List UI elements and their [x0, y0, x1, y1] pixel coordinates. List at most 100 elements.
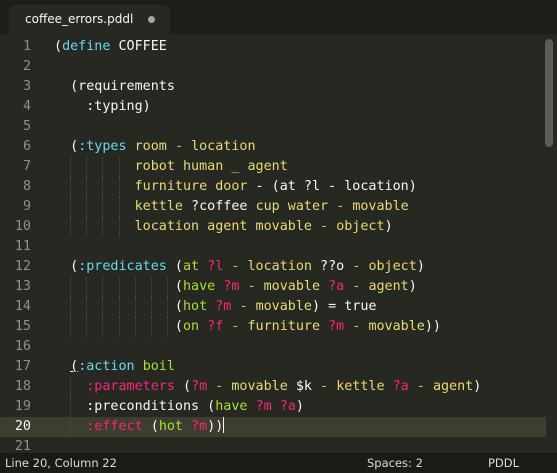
- code-token: )): [424, 319, 441, 334]
- code-token: (: [142, 419, 159, 434]
- cursor-position: Line 20, Column 22: [5, 456, 117, 470]
- code-token: (: [54, 139, 79, 154]
- scrollbar-thumb[interactable]: [545, 39, 553, 147]
- code-token: ?a: [392, 379, 409, 394]
- line-number: 13: [14, 279, 31, 294]
- code-token: location: [191, 139, 256, 154]
- code-line[interactable]: location agent movable - object): [46, 217, 546, 237]
- code-token: - (at ?l - location): [247, 179, 417, 194]
- code-line[interactable]: robot human _ agent: [46, 157, 546, 177]
- syntax-mode[interactable]: PDDL: [488, 456, 519, 470]
- code-token: ??o: [312, 259, 353, 274]
- code-line[interactable]: :effect (hot ?m)): [46, 417, 546, 437]
- line-number: 10: [14, 219, 31, 234]
- code-line[interactable]: (requirements: [46, 77, 546, 97]
- indentation-setting[interactable]: Spaces: 2: [367, 456, 423, 470]
- code-token: ?m: [191, 379, 208, 394]
- indent-guide: [70, 317, 72, 337]
- indent-guide: [70, 277, 72, 297]
- text-cursor: [223, 417, 225, 433]
- indent-guide: [102, 157, 104, 177]
- indent-guide: [166, 317, 168, 337]
- code-token: boil: [142, 359, 175, 374]
- indent-guide: [86, 297, 88, 317]
- tab-coffee-errors[interactable]: coffee_errors.pddl: [9, 5, 170, 34]
- line-number: 18: [14, 379, 31, 394]
- code-token: furniture door: [134, 179, 248, 194]
- code-line[interactable]: (hot ?m - movable) = true: [46, 297, 546, 317]
- indent-guide: [102, 197, 104, 217]
- code-token: kettle: [336, 379, 385, 394]
- code-line[interactable]: :typing): [46, 97, 546, 117]
- code-line[interactable]: :preconditions (have ?m ?a): [46, 397, 546, 417]
- code-line[interactable]: :parameters (?m - movable $k - kettle ?a…: [46, 377, 546, 397]
- code-token: object: [336, 219, 385, 234]
- code-line[interactable]: (on ?f - furniture ?m - movable)): [46, 317, 546, 337]
- indent-guide: [134, 277, 136, 297]
- code-token: agent: [368, 279, 409, 294]
- code-token: ?a: [328, 279, 345, 294]
- code-line[interactable]: [46, 117, 546, 137]
- code-token: -: [174, 139, 183, 154]
- indent-guide: [70, 417, 72, 437]
- code-line[interactable]: (:action boil: [46, 357, 546, 377]
- code-token: ): [384, 219, 393, 234]
- code-line[interactable]: [46, 337, 546, 357]
- code-token: -: [416, 379, 425, 394]
- code-line[interactable]: kettle ?coffee cup water - movable: [46, 197, 546, 217]
- code-line[interactable]: (:predicates (at ?l - location ??o - obj…: [46, 257, 546, 277]
- indent-guide: [102, 217, 104, 237]
- code-token: :types: [78, 139, 127, 154]
- indent-guide: [70, 157, 72, 177]
- code-token: movable: [263, 279, 321, 294]
- line-number: 5: [22, 119, 31, 134]
- code-token: location agent movable: [134, 219, 312, 234]
- indent-guide: [102, 277, 104, 297]
- line-number: 9: [22, 199, 31, 214]
- code-token: ): [473, 379, 482, 394]
- code-token: define: [62, 39, 111, 54]
- indent-guide: [70, 397, 72, 417]
- line-number: 1: [22, 39, 31, 54]
- code-line[interactable]: [46, 57, 546, 77]
- indent-guide: [166, 297, 168, 317]
- vertical-scrollbar[interactable]: [545, 37, 553, 450]
- code-line[interactable]: (define COFFEE: [46, 37, 546, 57]
- code-token: ?coffee: [183, 199, 256, 214]
- code-token: :action: [78, 359, 135, 374]
- line-number: 2: [22, 59, 31, 74]
- code-token: ?l: [207, 259, 224, 274]
- line-number: 11: [14, 239, 31, 254]
- code-token: ?m: [191, 419, 208, 434]
- code-line[interactable]: [46, 237, 546, 257]
- indent-guide: [118, 177, 120, 197]
- code-editor[interactable]: (define COFFEE (requirements :typing) (:…: [46, 37, 546, 457]
- indent-guide: [70, 377, 72, 397]
- line-number: 12: [14, 259, 31, 274]
- code-line[interactable]: furniture door - (at ?l - location): [46, 177, 546, 197]
- code-token: movable: [255, 299, 312, 314]
- code-token: ?f: [207, 319, 224, 334]
- code-line[interactable]: (have ?m - movable ?a - agent): [46, 277, 546, 297]
- unsaved-dot-icon[interactable]: [148, 16, 155, 23]
- code-line[interactable]: (:types room - location: [46, 137, 546, 157]
- indent-guide: [166, 277, 168, 297]
- code-token: movable: [368, 319, 425, 334]
- line-number: 3: [22, 79, 31, 94]
- indent-guide: [118, 157, 120, 177]
- indent-guide: [134, 297, 136, 317]
